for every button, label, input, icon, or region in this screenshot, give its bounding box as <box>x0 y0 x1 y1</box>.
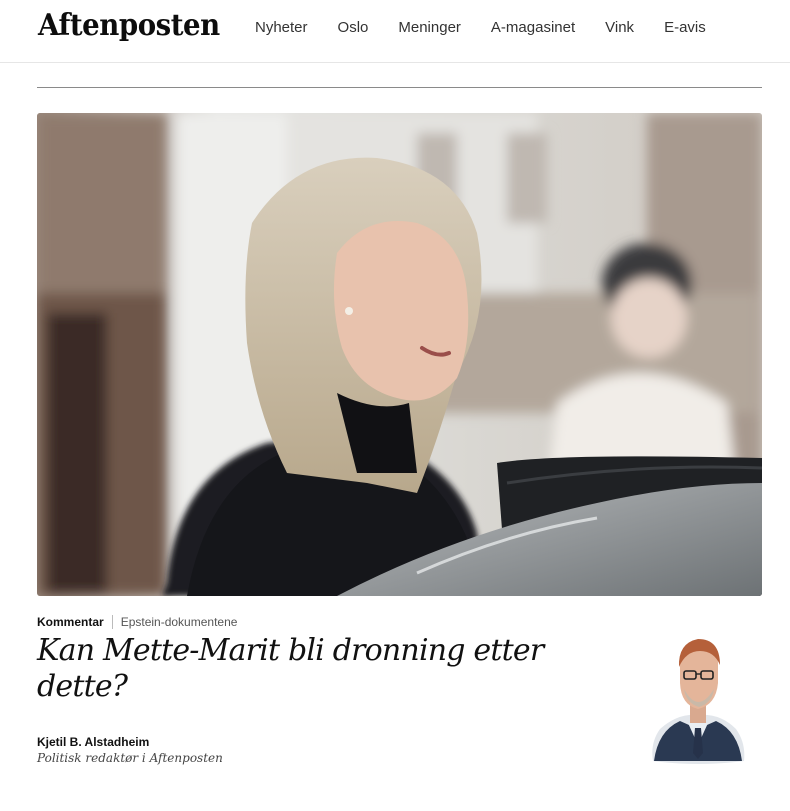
topic-link[interactable]: Epstein-dokumentene <box>121 615 238 629</box>
nav-item-meninger[interactable]: Meninger <box>398 19 461 36</box>
author-portrait-illustration <box>652 639 745 764</box>
nav-item-oslo[interactable]: Oslo <box>338 19 369 36</box>
author-name[interactable]: Kjetil B. Alstadheim <box>37 735 223 749</box>
nav-item-a-magasinet[interactable]: A-magasinet <box>491 19 575 36</box>
site-header: Aftenposten Nyheter Oslo Meninger A-maga… <box>0 0 790 63</box>
hero-photo-illustration <box>37 113 762 596</box>
article-tags: Kommentar Epstein-dokumentene <box>37 615 237 629</box>
section-divider <box>37 87 762 88</box>
main-nav: Nyheter Oslo Meninger A-magasinet Vink E… <box>255 19 736 36</box>
category-label[interactable]: Kommentar <box>37 615 104 629</box>
article-headline[interactable]: Kan Mette-Marit bli dronning etter dette… <box>37 633 637 705</box>
nav-item-nyheter[interactable]: Nyheter <box>255 19 308 36</box>
nav-item-vink[interactable]: Vink <box>605 19 634 36</box>
author-role: Politisk redaktør i Aftenposten <box>37 751 223 765</box>
hero-image[interactable] <box>37 113 762 596</box>
aftenposten-logo[interactable]: Aftenposten <box>38 8 220 43</box>
nav-item-e-avis[interactable]: E-avis <box>664 19 706 36</box>
author-avatar <box>648 633 748 765</box>
tag-divider <box>111 615 113 629</box>
byline: Kjetil B. Alstadheim Politisk redaktør i… <box>37 735 223 765</box>
